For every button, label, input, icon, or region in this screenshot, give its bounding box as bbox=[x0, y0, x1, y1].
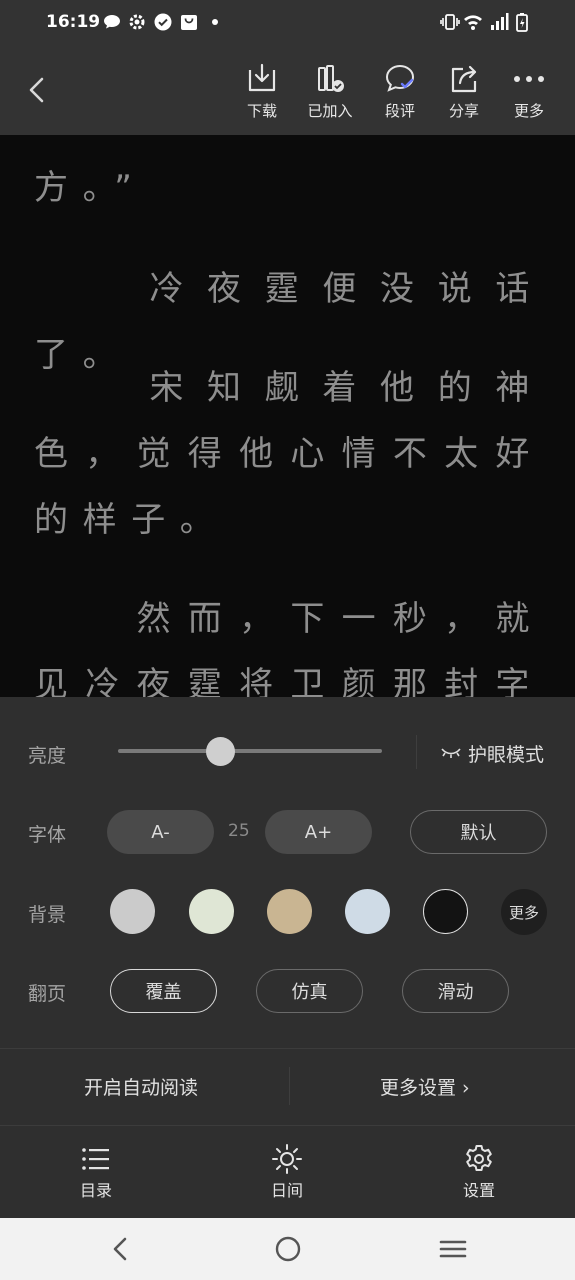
download-label: 下载 bbox=[246, 102, 277, 120]
sun-icon bbox=[272, 1144, 302, 1174]
bookshelf-added-label: 已加入 bbox=[307, 102, 353, 120]
settings-label: 设置 bbox=[462, 1181, 495, 1200]
share-icon bbox=[451, 65, 477, 93]
background-swatch-gray[interactable] bbox=[110, 889, 155, 934]
home-circle-icon[interactable] bbox=[273, 1234, 303, 1264]
signal-icon bbox=[491, 13, 509, 30]
battery-charging-icon bbox=[516, 13, 528, 32]
brightness-slider-thumb[interactable] bbox=[206, 737, 236, 766]
bookshelf-added-icon bbox=[318, 65, 344, 92]
download-button[interactable]: 下载 bbox=[230, 62, 294, 122]
font-size-value: 25 bbox=[228, 821, 250, 841]
paragraph-comment-label: 段评 bbox=[384, 102, 415, 120]
eye-protection-label: 护眼模式 bbox=[468, 743, 545, 766]
list-icon bbox=[82, 1148, 109, 1170]
font-default-button[interactable]: 默认 bbox=[410, 810, 547, 854]
font-increase-button[interactable]: A+ bbox=[265, 810, 372, 854]
page-turn-cover-option[interactable]: 覆盖 bbox=[110, 969, 217, 1013]
table-of-contents-button[interactable]: 目录 bbox=[61, 1143, 131, 1201]
more-label: 更多 bbox=[513, 102, 544, 120]
background-swatch-green[interactable] bbox=[189, 889, 234, 934]
system-navigation-bar bbox=[0, 1218, 575, 1280]
shopping-bag-icon bbox=[181, 15, 197, 30]
more-settings-button[interactable]: 更多设置 › bbox=[380, 1073, 470, 1100]
more-dots-icon bbox=[514, 76, 544, 82]
wifi-icon bbox=[464, 15, 482, 30]
paragraph: 然而，下一秒，就见冷夜霆将卫颜那封字迹工 bbox=[34, 599, 544, 700]
eye-protection-toggle[interactable]: 护眼模式 bbox=[440, 741, 545, 766]
share-label: 分享 bbox=[448, 102, 479, 120]
back-chevron-icon[interactable] bbox=[106, 1234, 136, 1264]
closed-eye-icon bbox=[441, 748, 461, 758]
back-arrow-icon[interactable] bbox=[20, 72, 56, 108]
paragraph: 宋知觑着他的神色，觉得他心情不太好的样子。 bbox=[34, 368, 544, 540]
page-turn-simulate-option[interactable]: 仿真 bbox=[256, 969, 363, 1013]
brightness-slider[interactable] bbox=[118, 749, 382, 753]
table-of-contents-label: 目录 bbox=[79, 1181, 112, 1200]
bookshelf-added-button[interactable]: 已加入 bbox=[298, 62, 362, 122]
background-swatch-blue[interactable] bbox=[345, 889, 390, 934]
check-circle-icon bbox=[154, 13, 172, 31]
background-swatch-tan[interactable] bbox=[267, 889, 312, 934]
divider bbox=[0, 1125, 575, 1126]
font-label: 字体 bbox=[28, 824, 67, 846]
font-decrease-button[interactable]: A- bbox=[107, 810, 214, 854]
settings-button[interactable]: 设置 bbox=[444, 1143, 514, 1201]
download-icon bbox=[248, 63, 276, 92]
divider bbox=[289, 1067, 290, 1105]
page-turn-slide-option[interactable]: 滑动 bbox=[402, 969, 509, 1013]
paragraph-comment-button[interactable]: 段评 bbox=[368, 62, 432, 122]
more-button[interactable]: 更多 bbox=[497, 62, 561, 122]
comment-icon bbox=[385, 64, 415, 92]
vibrate-icon bbox=[440, 14, 460, 30]
gear-icon bbox=[129, 14, 145, 30]
dot-icon bbox=[212, 19, 218, 25]
day-mode-label: 日间 bbox=[270, 1181, 303, 1200]
paragraph: 方。” bbox=[34, 168, 147, 208]
share-button[interactable]: 分享 bbox=[432, 62, 496, 122]
divider bbox=[416, 735, 417, 769]
page-turn-label: 翻页 bbox=[28, 983, 67, 1005]
background-more-button[interactable]: 更多 bbox=[501, 889, 547, 935]
background-label: 背景 bbox=[28, 904, 67, 926]
divider bbox=[0, 1048, 575, 1049]
menu-lines-icon[interactable] bbox=[438, 1234, 468, 1264]
day-mode-button[interactable]: 日间 bbox=[252, 1143, 322, 1201]
reader-settings-panel: 亮度 护眼模式 字体 A- 25 A+ 默认 背景 更多 翻页 覆盖 仿真 滑动… bbox=[0, 697, 575, 1218]
background-swatch-black[interactable] bbox=[423, 889, 468, 934]
status-time: 16:19 bbox=[46, 12, 101, 32]
top-toolbar: 16:19 下载 已加入 段评 分享 更多 bbox=[0, 0, 575, 135]
settings-gear-icon bbox=[466, 1145, 492, 1171]
brightness-label: 亮度 bbox=[28, 745, 67, 767]
auto-read-button[interactable]: 开启自动阅读 bbox=[84, 1073, 198, 1100]
chat-bubble-icon bbox=[104, 15, 120, 29]
